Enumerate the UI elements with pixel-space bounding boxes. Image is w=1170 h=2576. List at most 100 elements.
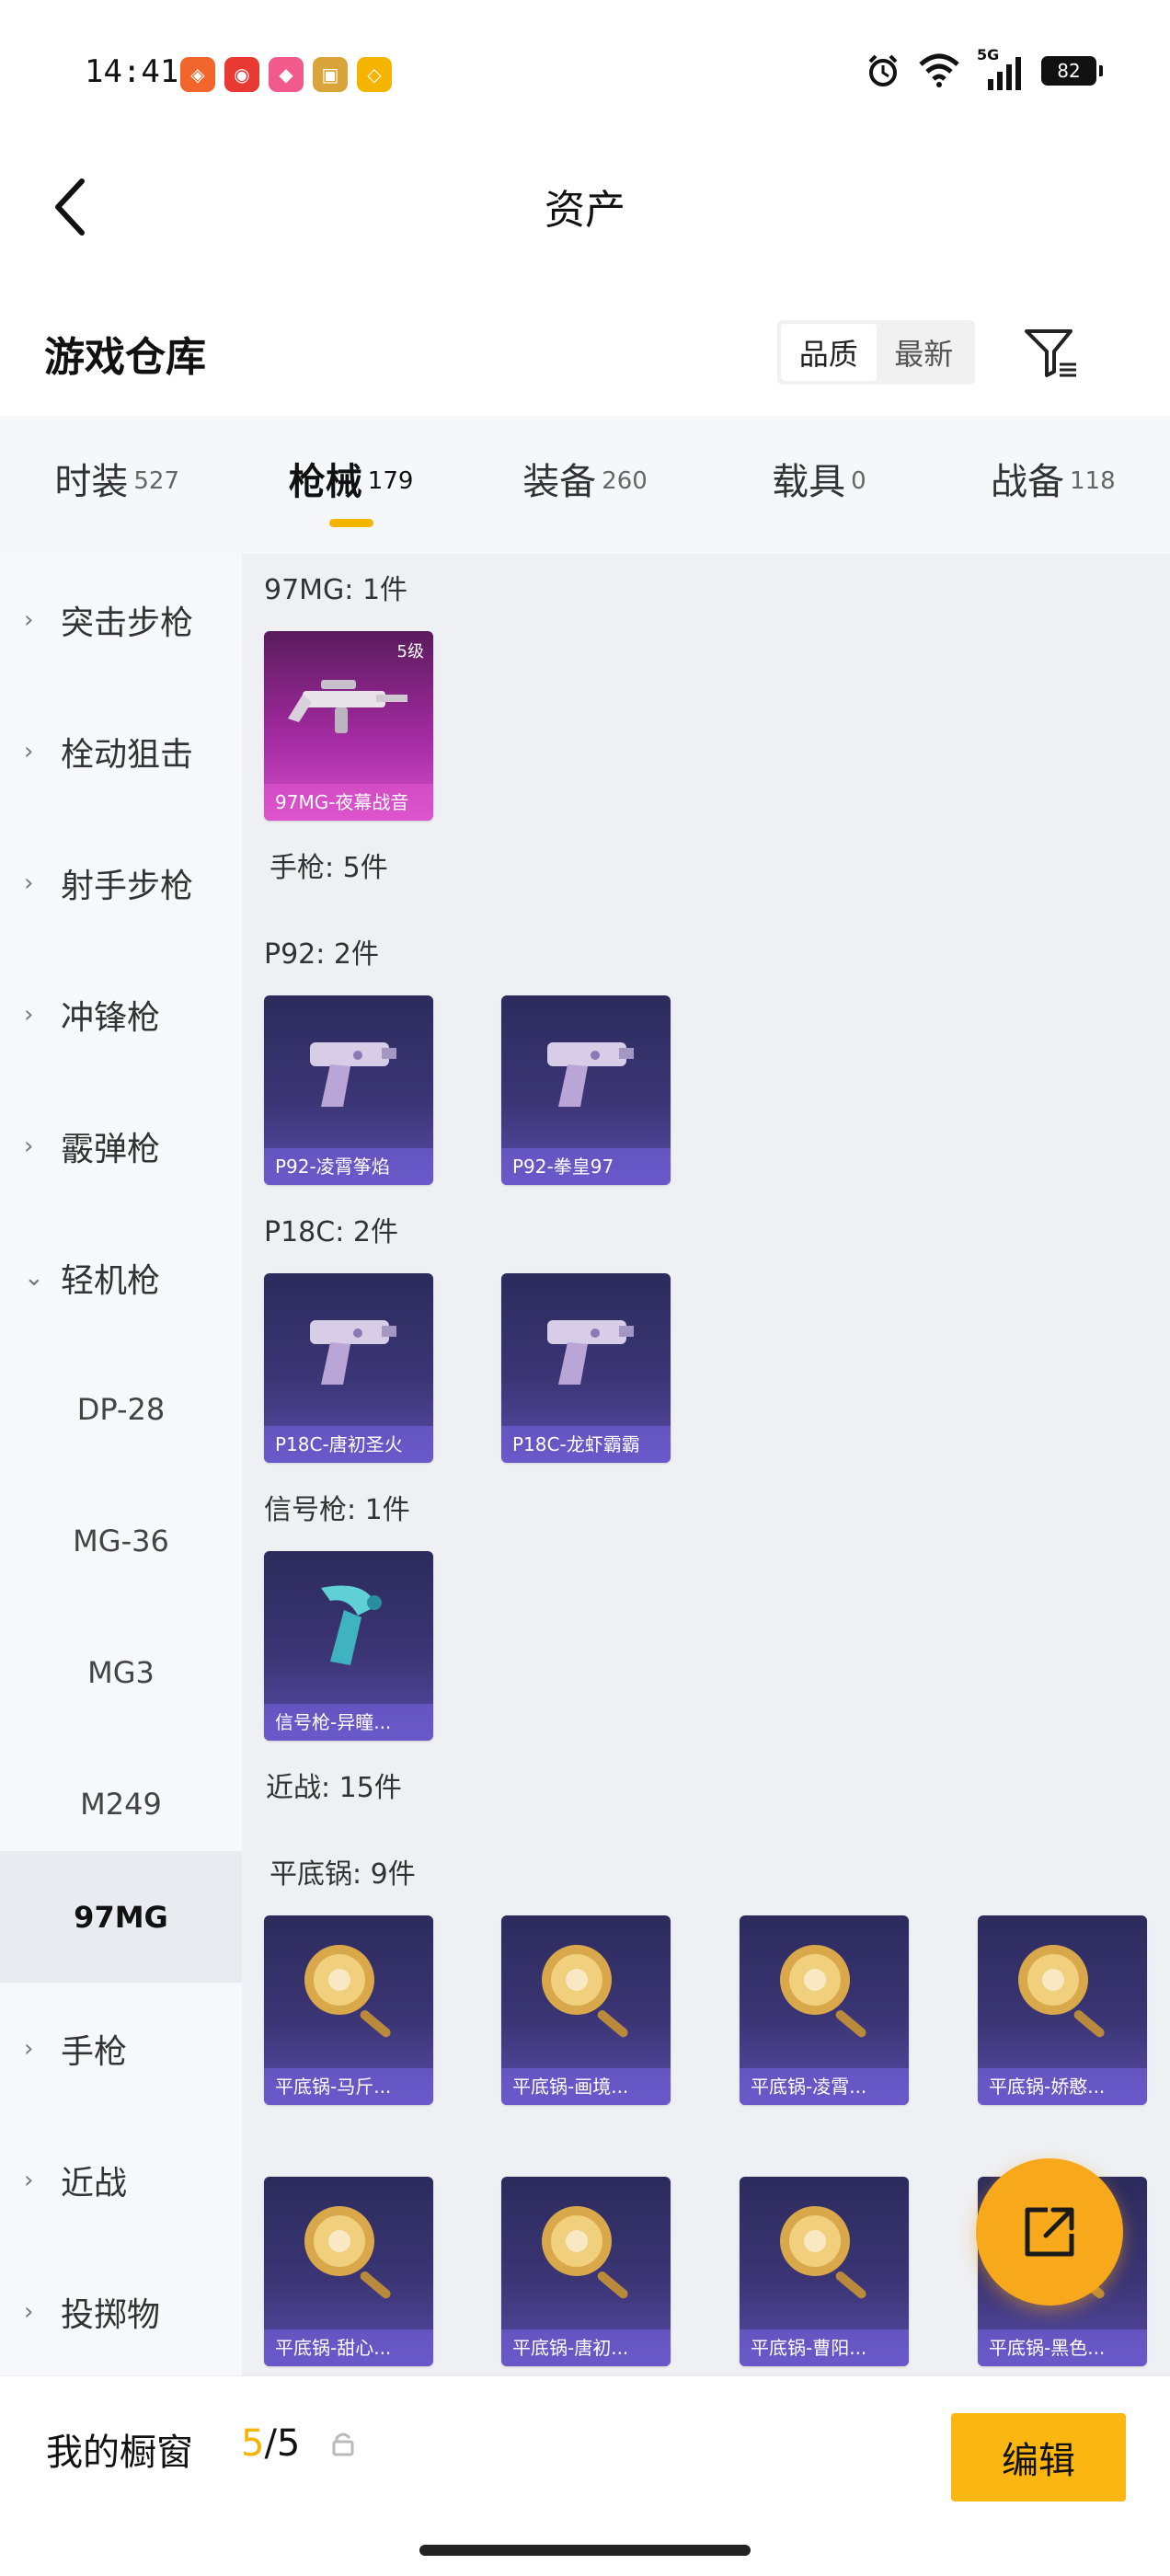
sidebar-item-pistol[interactable]: › 手枪	[0, 1983, 242, 2114]
weapon-type-sidebar: › 突击步枪 › 栓动狙击 › 射手步枪 › 冲锋枪 › 霰弹枪 ⌄ 轻机枪 DP-28 M…	[0, 554, 242, 2375]
page-title: 资产	[545, 187, 625, 234]
sidebar-item-marksman-rifle[interactable]: › 射手步枪	[0, 817, 242, 949]
app-icon-3: ◆	[269, 57, 304, 92]
sidebar-item-throwable[interactable]: › 投掷物	[0, 2246, 242, 2377]
showcase-count: 5/5	[241, 2422, 300, 2465]
item-name: 平底锅-曹阳...	[740, 2329, 909, 2366]
filter-button[interactable]	[1021, 324, 1080, 383]
item-name: P92-拳皇97	[501, 1148, 671, 1185]
tab-fashion[interactable]: 时装 527	[0, 416, 234, 540]
tab-vehicles[interactable]: 载具 0	[702, 416, 935, 540]
item-card[interactable]: P18C-唐初圣火	[264, 1273, 433, 1463]
sidebar-item-melee[interactable]: › 近战	[0, 2114, 242, 2246]
edit-button[interactable]: 编辑	[951, 2413, 1126, 2501]
item-card[interactable]: 平底锅-娇憨...	[978, 1915, 1147, 2105]
section-label-97mg: 97MG: 1件	[264, 574, 408, 606]
item-card[interactable]: 平底锅-画境...	[501, 1915, 671, 2105]
frying-pan-icon	[740, 2177, 909, 2324]
section-label-pistol: 手枪: 5件	[270, 852, 388, 884]
section-label-melee: 近战: 15件	[266, 1772, 402, 1804]
netease-music-icon: ◉	[224, 57, 259, 92]
sidebar-subitem-mg36[interactable]: MG-36	[0, 1475, 242, 1606]
item-card[interactable]: 平底锅-唐初...	[501, 2177, 671, 2366]
item-card[interactable]: P18C-龙虾霸霸	[501, 1273, 671, 1463]
sidebar-item-assault-rifle[interactable]: › 突击步枪	[0, 554, 242, 685]
item-name: P18C-唐初圣火	[264, 1426, 433, 1463]
sidebar-item-label: 投掷物	[61, 2295, 161, 2334]
cellular-signal-icon: 5G	[977, 46, 1025, 90]
showcase-count-total: /5	[264, 2422, 301, 2465]
tab-label: 时装	[54, 460, 129, 503]
sidebar-item-label: 霰弹枪	[61, 1130, 161, 1168]
chevron-right-icon: ›	[24, 868, 34, 897]
sidebar-item-label: 手枪	[61, 2032, 128, 2071]
sidebar-item-label: 突击步枪	[61, 604, 194, 642]
item-card[interactable]: 平底锅-凌霄...	[740, 1915, 909, 2105]
status-bar: 14:41 ◈ ◉ ◆ ▣ ◇ 5G 82	[0, 0, 1170, 147]
sort-toggle: 品质 最新	[777, 320, 975, 385]
item-card[interactable]: 信号枪-异瞳...	[264, 1551, 433, 1741]
app-icon-1: ◈	[180, 57, 215, 92]
app-icon-4: ▣	[313, 57, 348, 92]
item-card[interactable]: 平底锅-马斤...	[264, 1915, 433, 2105]
home-indicator[interactable]	[419, 2545, 751, 2556]
alarm-icon	[868, 54, 898, 86]
tab-count: 118	[1070, 466, 1116, 495]
weapon-gun-icon	[264, 631, 433, 778]
tab-firearms[interactable]: 枪械 179	[234, 416, 467, 540]
status-indicators: 5G 82	[865, 46, 1103, 90]
sidebar-item-shotgun[interactable]: › 霰弹枪	[0, 1080, 242, 1212]
frying-pan-icon	[978, 1915, 1147, 2063]
pistol-icon	[501, 1273, 671, 1420]
tab-count: 260	[602, 466, 648, 495]
flare-gun-icon	[264, 1551, 433, 1698]
chevron-right-icon: ›	[24, 1132, 34, 1160]
sidebar-subitem-97mg[interactable]: 97MG	[0, 1851, 242, 1983]
item-name: 平底锅-黑色...	[978, 2329, 1147, 2366]
sidebar-item-label: 射手步枪	[61, 867, 194, 905]
tab-count: 179	[367, 466, 414, 495]
frying-pan-icon	[740, 1915, 909, 2063]
tab-battle-gear[interactable]: 战备 118	[936, 416, 1170, 540]
sidebar-item-label: 栓动狙击	[61, 735, 194, 774]
item-card[interactable]: P92-凌霄筝焰	[264, 995, 433, 1185]
active-tab-indicator	[328, 519, 373, 527]
lock-icon	[332, 2432, 354, 2456]
frying-pan-icon	[501, 2177, 671, 2324]
sort-by-quality[interactable]: 品质	[781, 324, 877, 381]
sidebar-subitem-m249[interactable]: M249	[0, 1738, 242, 1869]
tab-label: 装备	[522, 460, 597, 503]
item-card[interactable]: 5级 97MG-夜幕战音	[264, 631, 433, 821]
pistol-icon	[501, 995, 671, 1143]
chevron-right-icon: ›	[24, 605, 34, 634]
tab-equipment[interactable]: 装备 260	[468, 416, 702, 540]
chevron-right-icon: ›	[24, 2166, 34, 2194]
item-card[interactable]: 平底锅-曹阳...	[740, 2177, 909, 2366]
tab-label: 战备	[991, 460, 1064, 503]
sidebar-item-bolt-sniper[interactable]: › 栓动狙击	[0, 685, 242, 817]
item-name: P18C-龙虾霸霸	[501, 1426, 671, 1463]
battery-indicator: 82	[1041, 56, 1103, 86]
chevron-down-icon: ⌄	[24, 1263, 44, 1292]
item-name: 平底锅-娇憨...	[978, 2068, 1147, 2105]
section-label-p18c: P18C: 2件	[264, 1216, 398, 1248]
item-name: 平底锅-甜心...	[264, 2329, 433, 2366]
showcase-bar: 我的橱窗 5/5 编辑	[0, 2375, 1170, 2523]
nav-bar: 资产	[0, 147, 1170, 267]
share-fab-button[interactable]	[976, 2158, 1123, 2306]
item-name: P92-凌霄筝焰	[264, 1148, 433, 1185]
sidebar-item-lmg[interactable]: ⌄ 轻机枪	[0, 1212, 242, 1343]
status-time: 14:41	[85, 53, 179, 90]
showcase-count-current: 5	[241, 2422, 265, 2465]
section-label-flare-gun: 信号枪: 1件	[264, 1494, 410, 1526]
frying-pan-icon	[501, 1915, 671, 2063]
sidebar-subitem-mg3[interactable]: MG3	[0, 1606, 242, 1738]
sidebar-item-smg[interactable]: › 冲锋枪	[0, 949, 242, 1080]
sidebar-subitem-dp28[interactable]: DP-28	[0, 1343, 242, 1475]
item-card[interactable]: P92-拳皇97	[501, 995, 671, 1185]
item-name: 信号枪-异瞳...	[264, 1704, 433, 1741]
sort-by-latest[interactable]: 最新	[877, 324, 972, 381]
item-name: 97MG-夜幕战音	[264, 784, 433, 821]
repo-title: 游戏仓库	[44, 334, 206, 381]
item-card[interactable]: 平底锅-甜心...	[264, 2177, 433, 2366]
